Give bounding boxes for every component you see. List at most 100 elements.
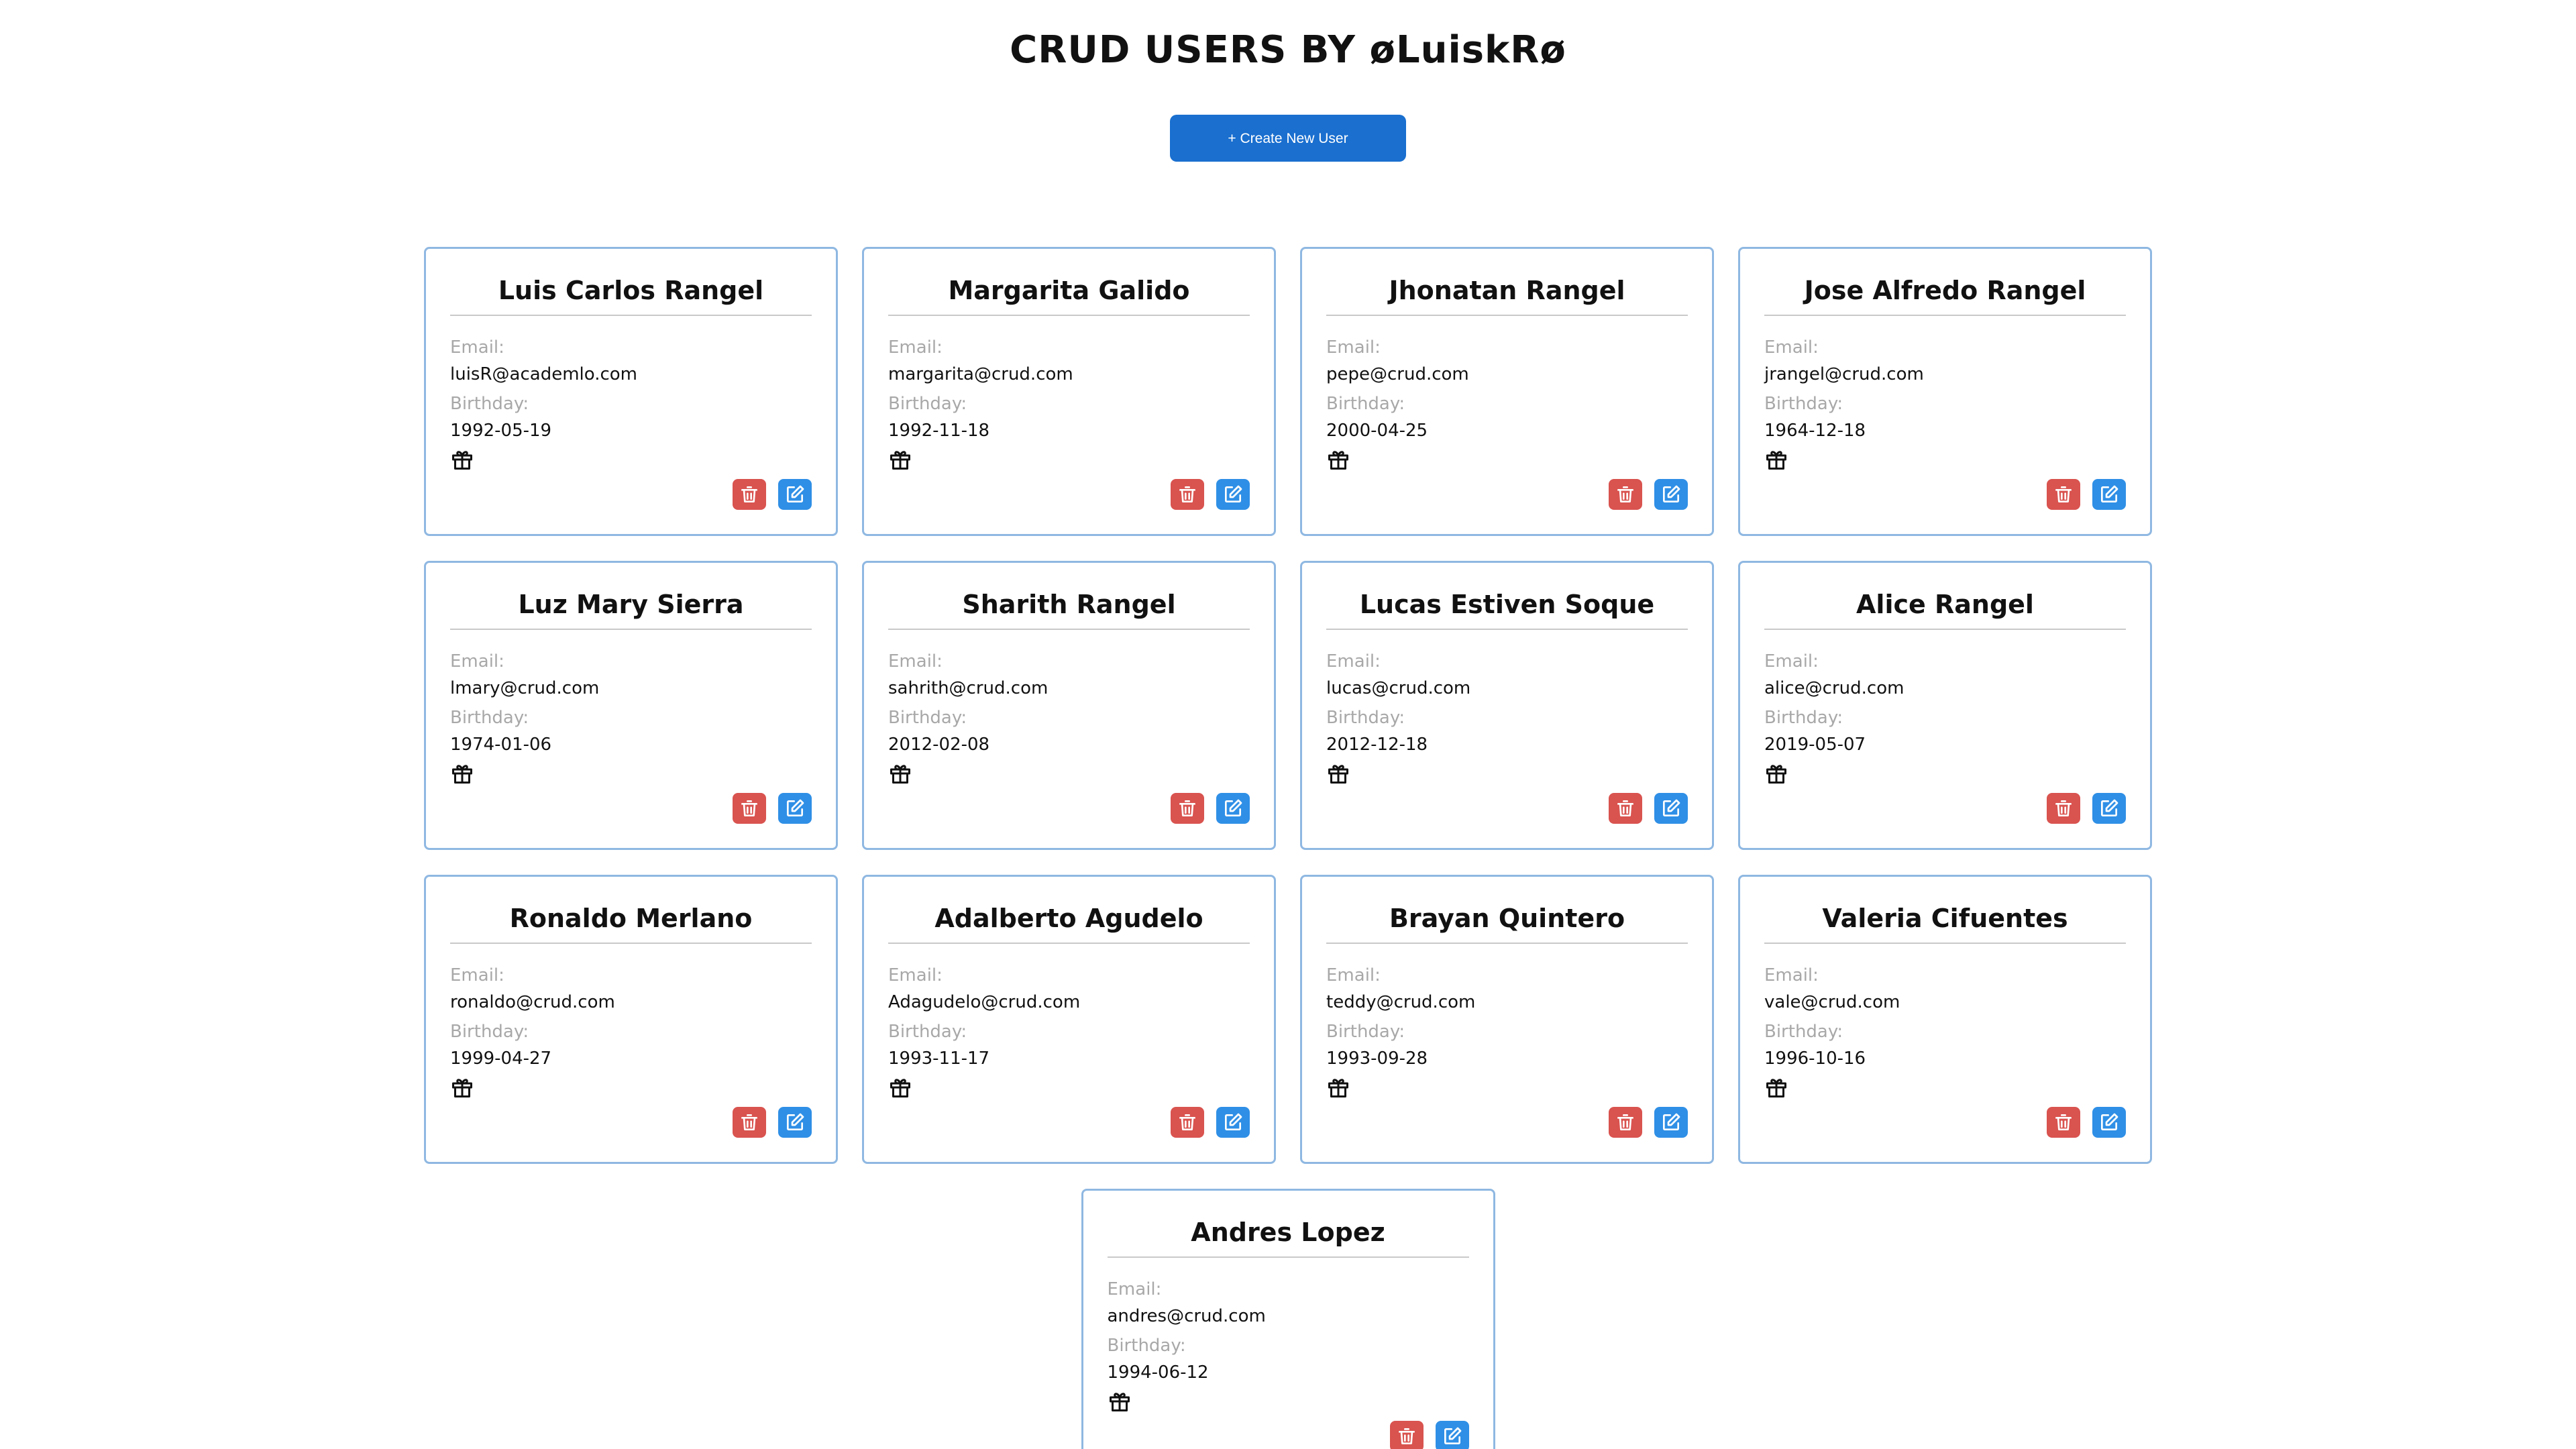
user-card-grid: Luis Carlos Rangel Email: luisR@academlo… <box>215 247 2361 1449</box>
user-email: pepe@crud.com <box>1326 364 1469 384</box>
delete-button[interactable] <box>1609 1107 1642 1138</box>
user-card: Luz Mary Sierra Email: lmary@crud.com Bi… <box>424 561 838 850</box>
trash-icon <box>2055 486 2072 502</box>
user-email: vale@crud.com <box>1764 992 1900 1012</box>
edit-button[interactable] <box>778 1107 812 1138</box>
user-name: Luz Mary Sierra <box>450 588 812 630</box>
edit-button[interactable] <box>1654 1107 1688 1138</box>
email-label: Email: <box>888 337 943 358</box>
user-card: Lucas Estiven Soque Email: lucas@crud.co… <box>1300 561 1714 850</box>
user-email: margarita@crud.com <box>888 364 1073 384</box>
delete-button[interactable] <box>1609 479 1642 510</box>
email-label: Email: <box>1764 965 1819 985</box>
delete-button[interactable] <box>733 793 766 824</box>
user-card: Brayan Quintero Email: teddy@crud.com Bi… <box>1300 875 1714 1164</box>
birthday-label: Birthday: <box>450 708 529 728</box>
birthday-label: Birthday: <box>1326 708 1405 728</box>
delete-button[interactable] <box>1389 1421 1424 1449</box>
delete-button[interactable] <box>2047 479 2080 510</box>
delete-button[interactable] <box>1171 1107 1204 1138</box>
user-email: sahrith@crud.com <box>888 678 1049 698</box>
gift-icon <box>1764 447 1788 472</box>
edit-button[interactable] <box>2092 1107 2126 1138</box>
card-actions <box>733 1107 812 1138</box>
create-user-button[interactable]: + Create New User <box>1170 115 1406 162</box>
edit-button[interactable] <box>1216 479 1250 510</box>
user-birthday: 1993-09-28 <box>1326 1049 1428 1069</box>
user-email: teddy@crud.com <box>1326 992 1476 1012</box>
edit-icon <box>787 485 804 502</box>
user-name: Lucas Estiven Soque <box>1326 588 1688 630</box>
delete-button[interactable] <box>2047 793 2080 824</box>
edit-button[interactable] <box>778 793 812 824</box>
edit-icon <box>1663 1113 1680 1130</box>
email-label: Email: <box>1107 1279 1162 1299</box>
delete-button[interactable] <box>1171 793 1204 824</box>
user-card: Andres Lopez Email: andres@crud.com Birt… <box>1081 1189 1495 1449</box>
user-birthday: 1992-05-19 <box>450 421 552 441</box>
birthday-label: Birthday: <box>450 394 529 414</box>
page-title: CRUD USERS BY øLuiskRø <box>1010 28 1566 72</box>
trash-icon <box>741 486 757 502</box>
edit-button[interactable] <box>1654 479 1688 510</box>
card-actions <box>1389 1421 1469 1449</box>
card-actions <box>2047 793 2126 824</box>
card-actions <box>2047 479 2126 510</box>
delete-button[interactable] <box>2047 1107 2080 1138</box>
edit-icon <box>1225 1113 1242 1130</box>
trash-icon <box>1179 1114 1195 1130</box>
gift-icon <box>450 447 474 472</box>
card-actions <box>1171 1107 1250 1138</box>
user-name: Margarita Galido <box>888 274 1250 316</box>
edit-button[interactable] <box>778 479 812 510</box>
birthday-label: Birthday: <box>1764 1022 1843 1042</box>
email-label: Email: <box>450 965 504 985</box>
gift-icon <box>450 761 474 786</box>
delete-button[interactable] <box>1609 793 1642 824</box>
user-card: Luis Carlos Rangel Email: luisR@academlo… <box>424 247 838 536</box>
birthday-label: Birthday: <box>1764 708 1843 728</box>
trash-icon <box>1179 800 1195 816</box>
card-actions <box>733 793 812 824</box>
edit-button[interactable] <box>2092 793 2126 824</box>
edit-icon <box>787 799 804 816</box>
email-label: Email: <box>1326 337 1381 358</box>
edit-button[interactable] <box>1435 1421 1469 1449</box>
user-email: ronaldo@crud.com <box>450 992 615 1012</box>
user-card: Ronaldo Merlano Email: ronaldo@crud.com … <box>424 875 838 1164</box>
delete-button[interactable] <box>733 479 766 510</box>
gift-icon <box>888 1075 912 1099</box>
user-card: Margarita Galido Email: margarita@crud.c… <box>862 247 1276 536</box>
delete-button[interactable] <box>733 1107 766 1138</box>
trash-icon <box>1617 1114 1633 1130</box>
card-actions <box>1609 793 1688 824</box>
birthday-label: Birthday: <box>888 394 967 414</box>
user-card: Alice Rangel Email: alice@crud.com Birth… <box>1738 561 2152 850</box>
user-birthday: 1999-04-27 <box>450 1049 552 1069</box>
edit-button[interactable] <box>1216 793 1250 824</box>
delete-button[interactable] <box>1171 479 1204 510</box>
card-actions <box>1171 793 1250 824</box>
card-actions <box>733 479 812 510</box>
birthday-label: Birthday: <box>888 1022 967 1042</box>
card-actions <box>1171 479 1250 510</box>
trash-icon <box>2055 800 2072 816</box>
user-name: Andres Lopez <box>1107 1216 1469 1258</box>
user-name: Luis Carlos Rangel <box>450 274 812 316</box>
edit-icon <box>787 1113 804 1130</box>
user-name: Brayan Quintero <box>1326 902 1688 944</box>
card-actions <box>1609 479 1688 510</box>
user-email: lmary@crud.com <box>450 678 600 698</box>
email-label: Email: <box>1326 965 1381 985</box>
edit-button[interactable] <box>1654 793 1688 824</box>
edit-button[interactable] <box>1216 1107 1250 1138</box>
edit-button[interactable] <box>2092 479 2126 510</box>
edit-icon <box>1663 485 1680 502</box>
edit-icon <box>2101 799 2118 816</box>
user-email: andres@crud.com <box>1107 1306 1266 1326</box>
user-birthday: 2000-04-25 <box>1326 421 1428 441</box>
user-card: Sharith Rangel Email: sahrith@crud.com B… <box>862 561 1276 850</box>
user-birthday: 1996-10-16 <box>1764 1049 1866 1069</box>
email-label: Email: <box>1764 337 1819 358</box>
birthday-label: Birthday: <box>888 708 967 728</box>
